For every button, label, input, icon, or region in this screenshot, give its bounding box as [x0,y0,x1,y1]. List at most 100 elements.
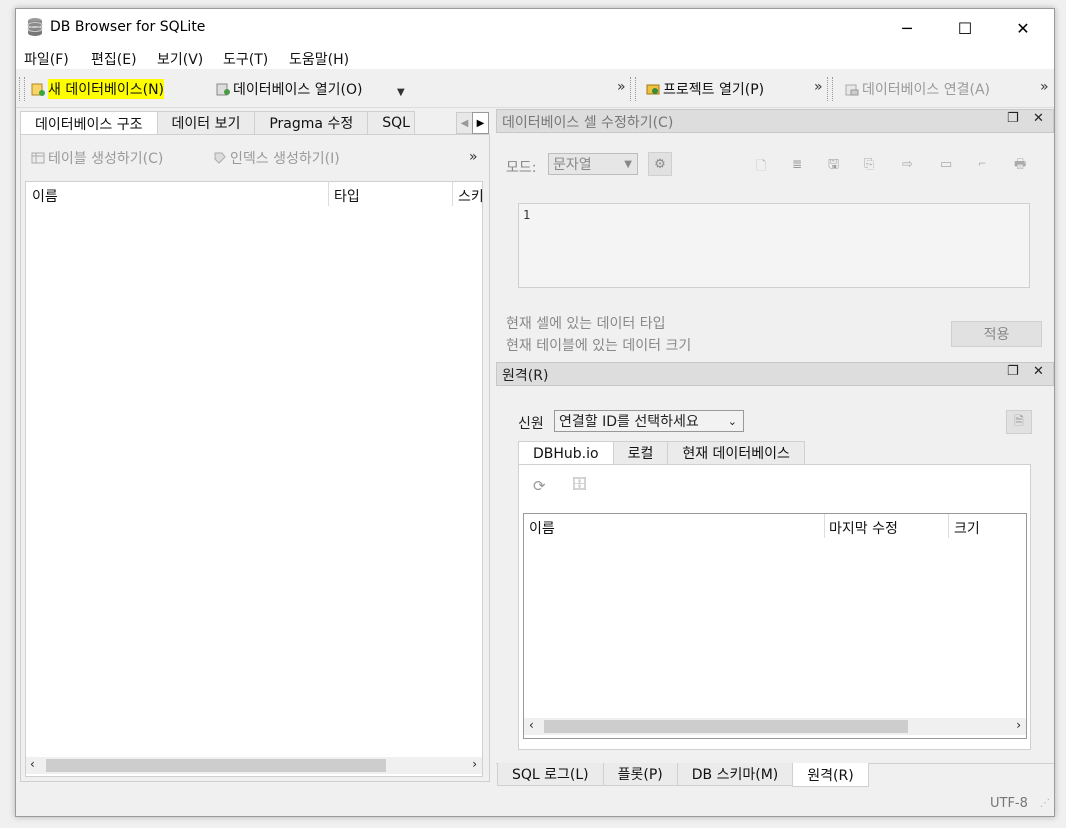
menu-view[interactable]: 보기(V) [157,49,203,69]
float-dock-icon[interactable]: ❐ [1007,111,1019,126]
edit-cell-title: 데이터베이스 셀 수정하기(C) [502,115,674,131]
tab-db-structure[interactable]: 데이터베이스 구조 [20,111,158,135]
database-app-icon [27,18,43,36]
menu-tools[interactable]: 도구(T) [223,49,268,69]
chevron-down-icon: ⌄ [727,414,737,428]
open-database-label: 데이터베이스 열기(O) [233,82,363,98]
refresh-icon[interactable]: ⟳ [533,477,549,495]
toolbar-overflow-2[interactable]: » [814,79,823,95]
scroll-right-icon[interactable]: › [472,757,477,771]
remote-tab-bar: DBHub.io 로컬 현재 데이터베이스 [518,441,805,465]
cell-type-label: 현재 셀에 있는 데이터 타입 [506,316,666,332]
save-icon[interactable]: 🖫 [828,155,844,172]
scroll-right-icon[interactable]: › [1016,718,1021,732]
copy-icon[interactable]: ⎘ [864,157,880,173]
toolbar-grip[interactable] [19,77,25,101]
tab-current-db[interactable]: 현재 데이터베이스 [667,441,805,464]
column-header-schema[interactable]: 스키 [458,186,482,206]
gear-icon: ⚙ [654,156,666,172]
import-icon[interactable]: 🗋 [756,157,772,174]
identity-label: 신원 [518,416,544,432]
edit-cell-panel: 모드: 문자열 ▼ ⚙ 🗋 ≣ 🖫 ⎘ ⇨ ▭ ⌐ 🖶 1 현재 셀에 있는 데… [496,133,1054,361]
attach-database-button[interactable]: 데이터베이스 연결(A) [845,78,990,100]
toolbar-grip-2[interactable] [630,77,636,101]
tab-plot[interactable]: 플롯(P) [602,763,678,786]
encoding-label: UTF-8 [990,796,1028,811]
identity-settings-button[interactable]: 🗎 [1006,410,1032,434]
open-database-button[interactable]: 데이터베이스 열기(O) [216,78,362,100]
menu-edit[interactable]: 편집(E) [91,49,137,69]
status-bar: UTF-8 ⋰ [16,792,1054,816]
open-project-button[interactable]: 프로젝트 열기(P) [646,78,764,100]
dbhub-tab-panel: ⟳ 🗄 이름 마지막 수정 크기 ‹ › [518,464,1031,750]
scroll-left-icon[interactable]: ‹ [529,718,534,732]
identity-select[interactable]: 연결할 ID를 선택하세요 ⌄ [554,410,744,432]
toolbar-overflow-1[interactable]: » [617,79,626,95]
create-table-button[interactable]: 테이블 생성하기(C) [31,147,163,169]
new-database-button[interactable]: 새 데이터베이스(N) [31,78,165,100]
open-project-label: 프로젝트 열기(P) [663,82,765,98]
print-icon[interactable]: 🖶 [1014,155,1030,172]
remote-column-modified[interactable]: 마지막 수정 [829,518,898,538]
print-preview-icon[interactable]: ▭ [940,157,956,173]
scroll-thumb[interactable] [46,759,386,772]
remote-column-name[interactable]: 이름 [529,518,555,538]
tab-local[interactable]: 로컬 [612,441,669,464]
open-project-icon [646,84,660,95]
tab-scroll-left-icon[interactable]: ◀ [456,112,473,134]
menu-file[interactable]: 파일(F) [24,49,69,69]
create-index-label: 인덱스 생성하기(I) [230,151,340,167]
remote-dock-header: 원격(R) ❐ ✕ [496,362,1054,386]
db-structure-tree[interactable]: 이름 타입 스키 ‹ › [25,181,483,777]
main-toolbar: 새 데이터베이스(N) 데이터베이스 열기(O) ▼ » 프로젝트 열기(P) … [16,71,1054,108]
attach-database-icon [845,84,859,96]
mode-select[interactable]: 문자열 ▼ [548,153,638,175]
open-database-dropdown-icon[interactable]: ▼ [397,87,405,98]
tab-sql-log[interactable]: SQL 로그(L) [497,763,604,786]
minimize-button[interactable]: ─ [878,9,936,47]
scroll-left-icon[interactable]: ‹ [30,757,35,771]
scroll-thumb[interactable] [544,720,908,733]
size-grip-icon[interactable]: ⋰ [1040,798,1050,809]
attach-database-label: 데이터베이스 연결(A) [862,82,990,98]
db-structure-panel: 테이블 생성하기(C) 인덱스 생성하기(I) » 이름 타입 스키 ‹ › [20,134,490,782]
set-null-icon[interactable]: ⇨ [902,157,918,173]
close-window-button[interactable]: ✕ [994,9,1052,47]
mode-select-value: 문자열 [553,157,592,173]
column-header-name[interactable]: 이름 [32,186,58,206]
export-icon[interactable]: ≣ [792,157,808,173]
remote-column-size[interactable]: 크기 [954,518,980,538]
app-window: DB Browser for SQLite ─ ☐ ✕ 파일(F) 편집(E) … [15,8,1055,817]
bottom-dock-tabs: SQL 로그(L) 플롯(P) DB 스키마(M) 원격(R) [497,763,869,787]
new-database-icon [31,83,45,96]
maximize-button[interactable]: ☐ [936,9,994,47]
tab-scroll-right-icon[interactable]: ▶ [472,112,489,134]
toolbar-overflow-3[interactable]: » [1040,79,1049,95]
tab-execute-sql[interactable]: SQL [367,111,415,134]
cell-editor[interactable]: 1 [518,203,1030,288]
chevron-down-icon: ▼ [624,158,632,170]
clone-database-icon[interactable]: 🗄 [571,477,588,493]
tab-remote[interactable]: 원격(R) [792,763,869,787]
word-wrap-icon[interactable]: ⌐ [978,159,994,175]
tab-db-schema[interactable]: DB 스키마(M) [676,763,794,786]
remote-database-list[interactable]: 이름 마지막 수정 크기 ‹ › [523,513,1027,739]
column-header-type[interactable]: 타입 [334,186,360,206]
create-index-button[interactable]: 인덱스 생성하기(I) [213,147,340,169]
remote-hscrollbar[interactable]: ‹ › [524,718,1026,735]
tab-edit-pragmas[interactable]: Pragma 수정 [254,111,369,134]
main-tab-bar: 데이터베이스 구조 데이터 보기 Pragma 수정 SQL [20,111,415,135]
tab-dbhub[interactable]: DBHub.io [518,441,614,465]
structure-hscrollbar[interactable]: ‹ › [26,757,482,774]
float-remote-dock-icon[interactable]: ❐ [1007,364,1019,379]
auto-switch-mode-button[interactable]: ⚙ [648,152,672,176]
close-dock-icon[interactable]: ✕ [1033,111,1044,126]
structure-header: 이름 타입 스키 [26,182,482,208]
structure-toolbar-overflow[interactable]: » [469,149,478,165]
menu-help[interactable]: 도움말(H) [289,49,349,69]
tab-browse-data[interactable]: 데이터 보기 [156,111,256,134]
close-remote-dock-icon[interactable]: ✕ [1033,364,1044,379]
remote-title: 원격(R) [502,368,549,384]
toolbar-grip-3[interactable] [827,77,833,101]
apply-button[interactable]: 적용 [951,321,1042,347]
